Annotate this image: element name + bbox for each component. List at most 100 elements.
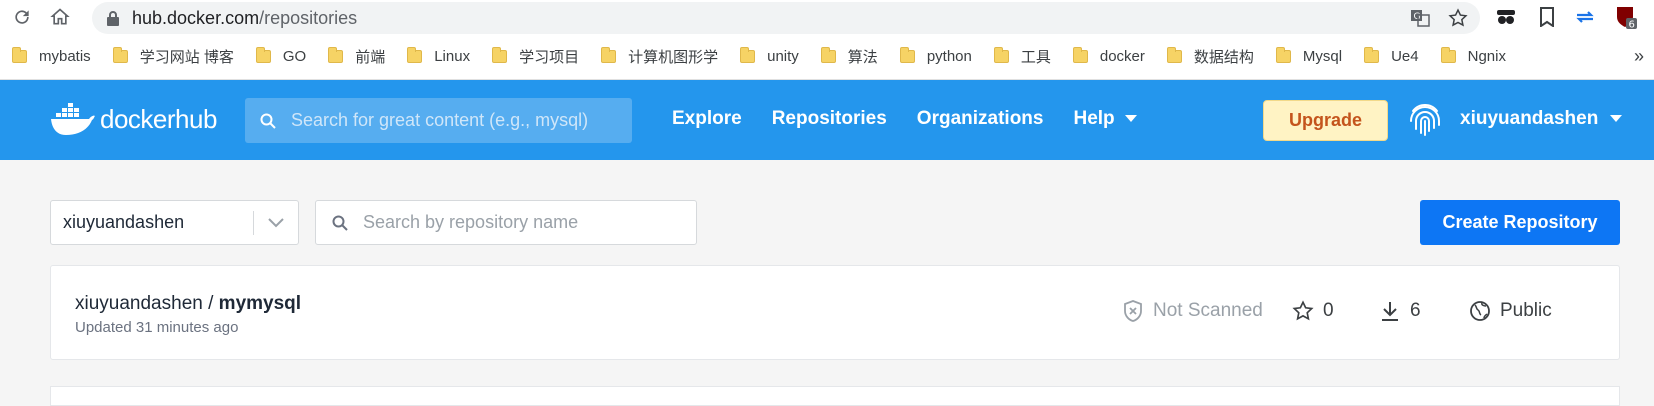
caret-down-icon xyxy=(1124,115,1137,122)
bookmark-item[interactable]: python xyxy=(899,47,972,65)
nav-organizations[interactable]: Organizations xyxy=(917,108,1044,130)
url-path: /repositories xyxy=(259,7,358,28)
repo-updated: Updated 31 minutes ago xyxy=(75,319,239,336)
sync-ext-icon[interactable] xyxy=(1574,6,1596,28)
url-host: hub.docker.com xyxy=(132,7,260,28)
repo-pulls: 6 xyxy=(1378,299,1421,323)
reload-icon[interactable] xyxy=(10,5,34,29)
bookmark-label: docker xyxy=(1099,48,1145,65)
bookmark-label: mybatis xyxy=(39,48,91,65)
repo-namespace: xiuyuandashen xyxy=(75,293,203,314)
stars-count: 0 xyxy=(1323,300,1334,321)
browser-toolbar: hub.docker.com/repositories G 6 xyxy=(0,0,1654,34)
folder-icon xyxy=(407,47,423,63)
bookmark-item[interactable]: 计算机图形学 xyxy=(601,46,718,67)
bookmark-label: 计算机图形学 xyxy=(628,49,719,66)
bookmark-label: Ngnix xyxy=(1467,48,1506,65)
home-icon[interactable] xyxy=(48,5,72,29)
namespace-select[interactable]: xiuyuandashen xyxy=(50,200,299,245)
bookmark-label: Ue4 xyxy=(1391,48,1419,65)
repo-stars: 0 xyxy=(1291,299,1334,323)
visibility-text: Public xyxy=(1500,300,1552,321)
bookmark-item[interactable]: GO xyxy=(255,47,307,65)
bookmark-item[interactable]: unity xyxy=(740,47,799,65)
svg-text:G: G xyxy=(1414,12,1421,22)
upgrade-button[interactable]: Upgrade xyxy=(1263,100,1388,141)
repo-separator: / xyxy=(202,293,219,314)
dockerhub-logo[interactable]: dockerhub xyxy=(50,102,217,136)
bookmark-label: Mysql xyxy=(1302,48,1343,65)
bookmark-item[interactable]: Ue4 xyxy=(1364,47,1419,65)
folder-icon xyxy=(740,47,756,63)
bookmark-item[interactable]: 算法 xyxy=(820,46,878,67)
shield-x-icon xyxy=(1121,299,1145,323)
global-search[interactable] xyxy=(245,98,632,143)
ublock-ext-icon[interactable]: 6 xyxy=(1615,6,1637,30)
bookmark-item[interactable]: Linux xyxy=(407,47,471,65)
bookmark-label: Linux xyxy=(434,48,471,65)
bookmark-label: 学习网站 博客 xyxy=(139,49,234,66)
bookmark-item[interactable]: 数据结构 xyxy=(1166,46,1254,67)
bookmarks-bar: mybatis 学习网站 博客 GO 前端 Linux 学习项目 计算机图形学 … xyxy=(0,34,1654,80)
bookmark-label: 前端 xyxy=(355,49,386,66)
folder-icon xyxy=(112,47,128,63)
repo-title[interactable]: xiuyuandashen / mymysql xyxy=(75,293,301,315)
folder-icon xyxy=(1364,47,1380,63)
repo-search-input[interactable] xyxy=(361,211,681,234)
bookmark-label: 学习项目 xyxy=(519,49,580,66)
folder-icon xyxy=(820,47,836,63)
scan-status: Not Scanned xyxy=(1121,299,1263,323)
bookmark-label: python xyxy=(926,48,972,65)
bookmark-label: 数据结构 xyxy=(1193,49,1254,66)
globe-icon xyxy=(1468,299,1492,323)
main-nav: Explore Repositories Organizations Help xyxy=(672,108,1137,130)
fingerprint-avatar-icon xyxy=(1404,98,1446,140)
bookmarks-overflow-button[interactable]: » xyxy=(1634,46,1644,67)
bookmark-item[interactable]: 学习网站 博客 xyxy=(112,46,234,67)
url-text[interactable]: hub.docker.com/repositories xyxy=(132,8,357,29)
bookmark-item[interactable]: 前端 xyxy=(328,46,385,67)
repo-name: mymysql xyxy=(218,293,302,314)
namespace-value: xiuyuandashen xyxy=(63,212,185,232)
folder-icon xyxy=(1072,47,1088,63)
search-icon xyxy=(331,214,349,232)
dockerhub-header: dockerhub Explore Repositories Organizat… xyxy=(0,80,1654,160)
bookmark-label: GO xyxy=(282,48,307,65)
folder-icon xyxy=(492,47,508,63)
bookmark-item[interactable]: Ngnix xyxy=(1440,47,1506,65)
bookmark-item[interactable]: Mysql xyxy=(1275,47,1343,65)
lock-icon[interactable] xyxy=(104,9,122,27)
repo-card[interactable]: xiuyuandashen / mymysql Updated 31 minut… xyxy=(50,265,1620,360)
ext-badge-count: 6 xyxy=(1629,20,1635,30)
bookmark-item[interactable]: mybatis xyxy=(12,47,91,65)
incognito-ext-icon[interactable] xyxy=(1495,6,1517,28)
repo-visibility: Public xyxy=(1468,299,1552,323)
translate-icon[interactable]: G xyxy=(1410,8,1430,33)
chevron-down-icon[interactable] xyxy=(254,217,298,228)
folder-icon xyxy=(328,47,344,63)
logo-wordmark: dockerhub xyxy=(100,103,217,134)
create-repository-button[interactable]: Create Repository xyxy=(1420,200,1620,245)
nav-explore[interactable]: Explore xyxy=(672,108,742,130)
bookmark-label: 工具 xyxy=(1020,49,1051,66)
bookmark-item[interactable]: 工具 xyxy=(993,46,1051,67)
repo-search[interactable] xyxy=(315,200,697,245)
folder-icon xyxy=(1275,47,1291,63)
bookmark-item[interactable]: docker xyxy=(1072,47,1145,65)
nav-repositories[interactable]: Repositories xyxy=(772,108,887,130)
bookmark-star-icon[interactable] xyxy=(1448,8,1468,33)
folder-icon xyxy=(12,47,27,63)
folder-icon xyxy=(1166,47,1182,63)
global-search-input[interactable] xyxy=(289,109,619,132)
folder-icon xyxy=(993,47,1009,63)
star-icon xyxy=(1291,299,1315,323)
bookmark-item[interactable]: 学习项目 xyxy=(492,46,579,67)
bookmark-label: unity xyxy=(767,48,799,65)
address-bar[interactable]: hub.docker.com/repositories G xyxy=(92,2,1480,34)
folder-icon xyxy=(601,47,617,63)
bookmark-icon[interactable] xyxy=(1536,6,1558,28)
nav-help[interactable]: Help xyxy=(1073,108,1137,130)
username: xiuyuandashen xyxy=(1460,108,1599,129)
scan-status-text: Not Scanned xyxy=(1153,300,1263,321)
user-menu[interactable]: xiuyuandashen xyxy=(1404,98,1623,140)
